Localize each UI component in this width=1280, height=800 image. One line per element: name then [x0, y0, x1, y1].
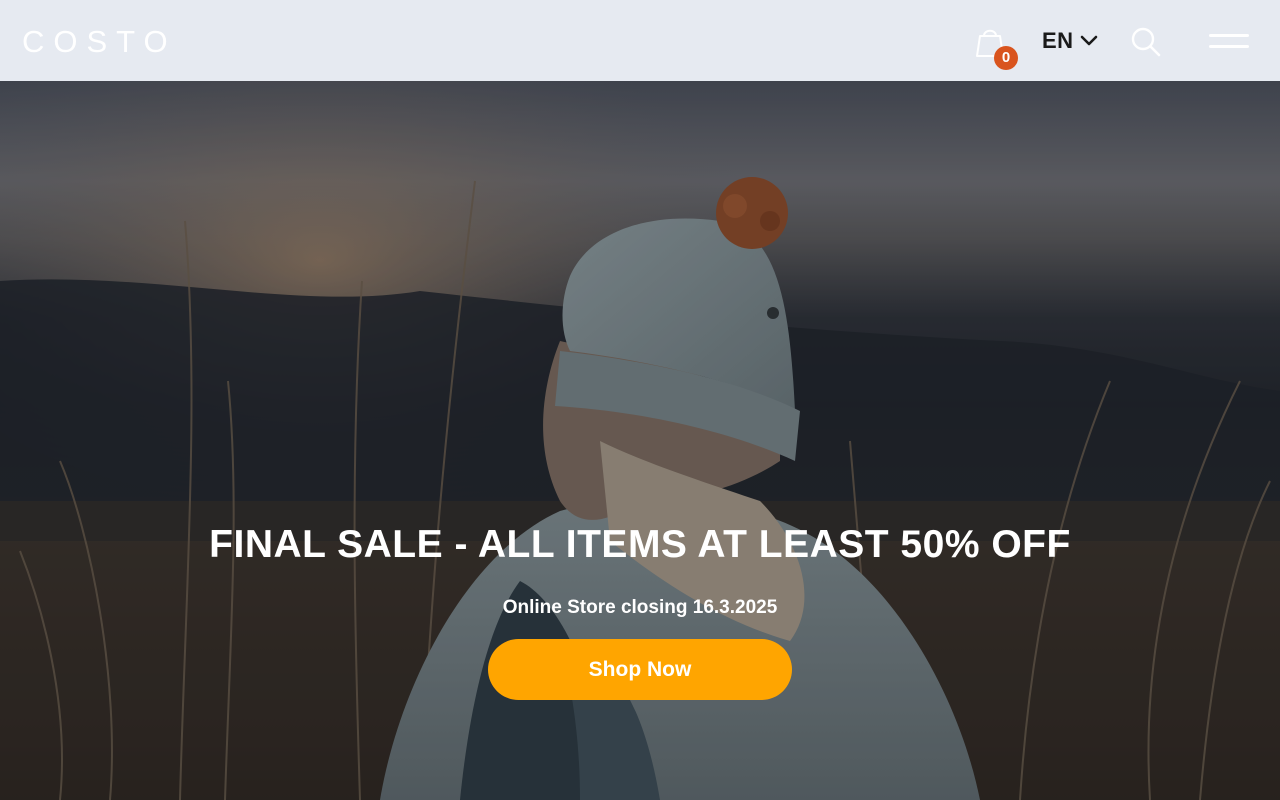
cart-count-badge: 0 [994, 46, 1018, 70]
hamburger-menu-button[interactable] [1199, 21, 1257, 61]
cart-button[interactable]: 0 [970, 22, 1020, 70]
hero-banner: FINAL SALE - ALL ITEMS AT LEAST 50% OFF … [0, 81, 1280, 800]
logo[interactable]: COSTO [22, 26, 177, 57]
language-selector[interactable]: EN [1042, 28, 1098, 54]
shop-now-button[interactable]: Shop Now [488, 639, 792, 700]
search-button[interactable] [1130, 26, 1162, 58]
language-label: EN [1042, 28, 1074, 53]
hero-subtitle: Online Store closing 16.3.2025 [502, 597, 778, 618]
hero-title: FINAL SALE - ALL ITEMS AT LEAST 50% OFF [209, 523, 1071, 566]
search-icon [1131, 27, 1161, 57]
chevron-down-icon [1080, 35, 1097, 46]
site-header: COSTO 0 EN [0, 0, 1280, 81]
